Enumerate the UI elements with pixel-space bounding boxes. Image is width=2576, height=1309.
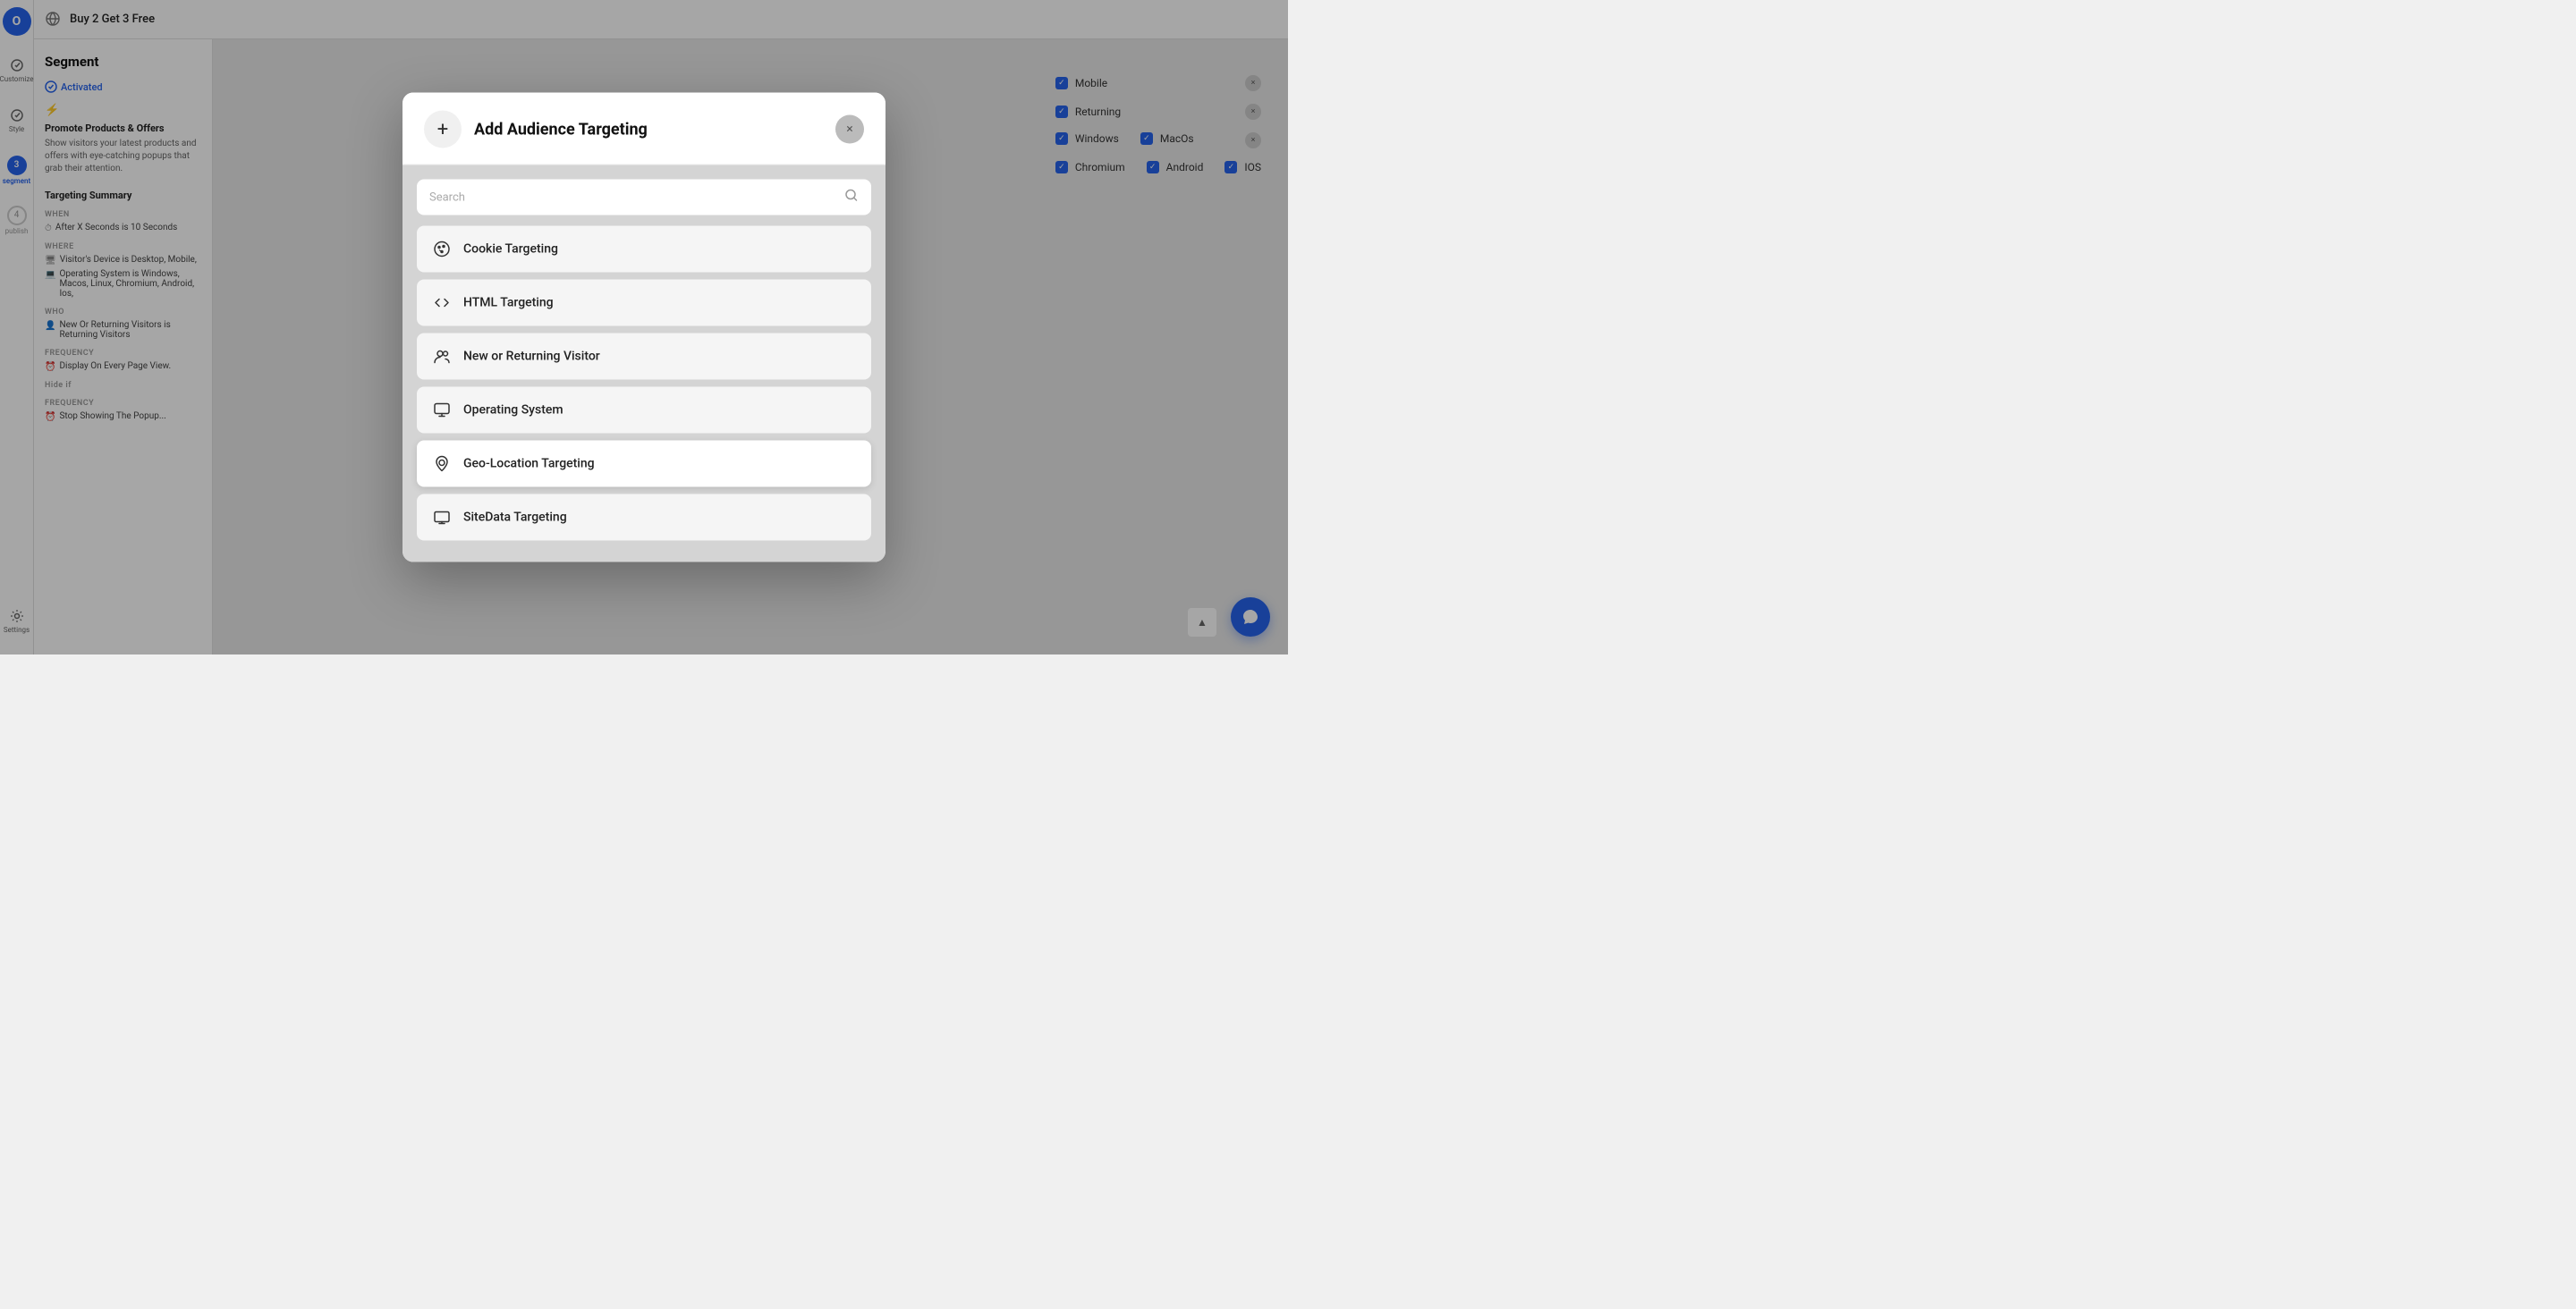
modal-plus-icon: + [424, 111, 462, 148]
geo-location-label: Geo-Location Targeting [463, 457, 595, 471]
search-icon [844, 189, 859, 207]
search-placeholder-text: Search [429, 190, 465, 204]
cookie-targeting-label: Cookie Targeting [463, 242, 558, 257]
sitedata-targeting-item[interactable]: SiteData Targeting [417, 494, 871, 541]
add-audience-targeting-modal: + Add Audience Targeting × Search [402, 93, 886, 562]
new-returning-visitor-item[interactable]: New or Returning Visitor [417, 334, 871, 380]
sitedata-targeting-label: SiteData Targeting [463, 511, 567, 525]
users-icon [431, 346, 453, 367]
cookie-targeting-item[interactable]: Cookie Targeting [417, 226, 871, 273]
html-targeting-item[interactable]: HTML Targeting [417, 280, 871, 326]
code-icon [431, 292, 453, 314]
modal-close-button[interactable]: × [835, 115, 864, 144]
html-targeting-label: HTML Targeting [463, 296, 554, 310]
modal-body: Search Cookie Targeting [402, 165, 886, 562]
location-icon [431, 453, 453, 475]
search-bar: Search [417, 180, 871, 215]
display-icon [431, 507, 453, 528]
geo-location-targeting-item[interactable]: Geo-Location Targeting [417, 441, 871, 487]
cookie-icon [431, 239, 453, 260]
new-returning-visitor-label: New or Returning Visitor [463, 350, 600, 364]
operating-system-item[interactable]: Operating System [417, 387, 871, 434]
modal-header: + Add Audience Targeting × [402, 93, 886, 165]
operating-system-label: Operating System [463, 403, 564, 418]
modal-title: Add Audience Targeting [474, 120, 823, 139]
monitor-icon [431, 400, 453, 421]
